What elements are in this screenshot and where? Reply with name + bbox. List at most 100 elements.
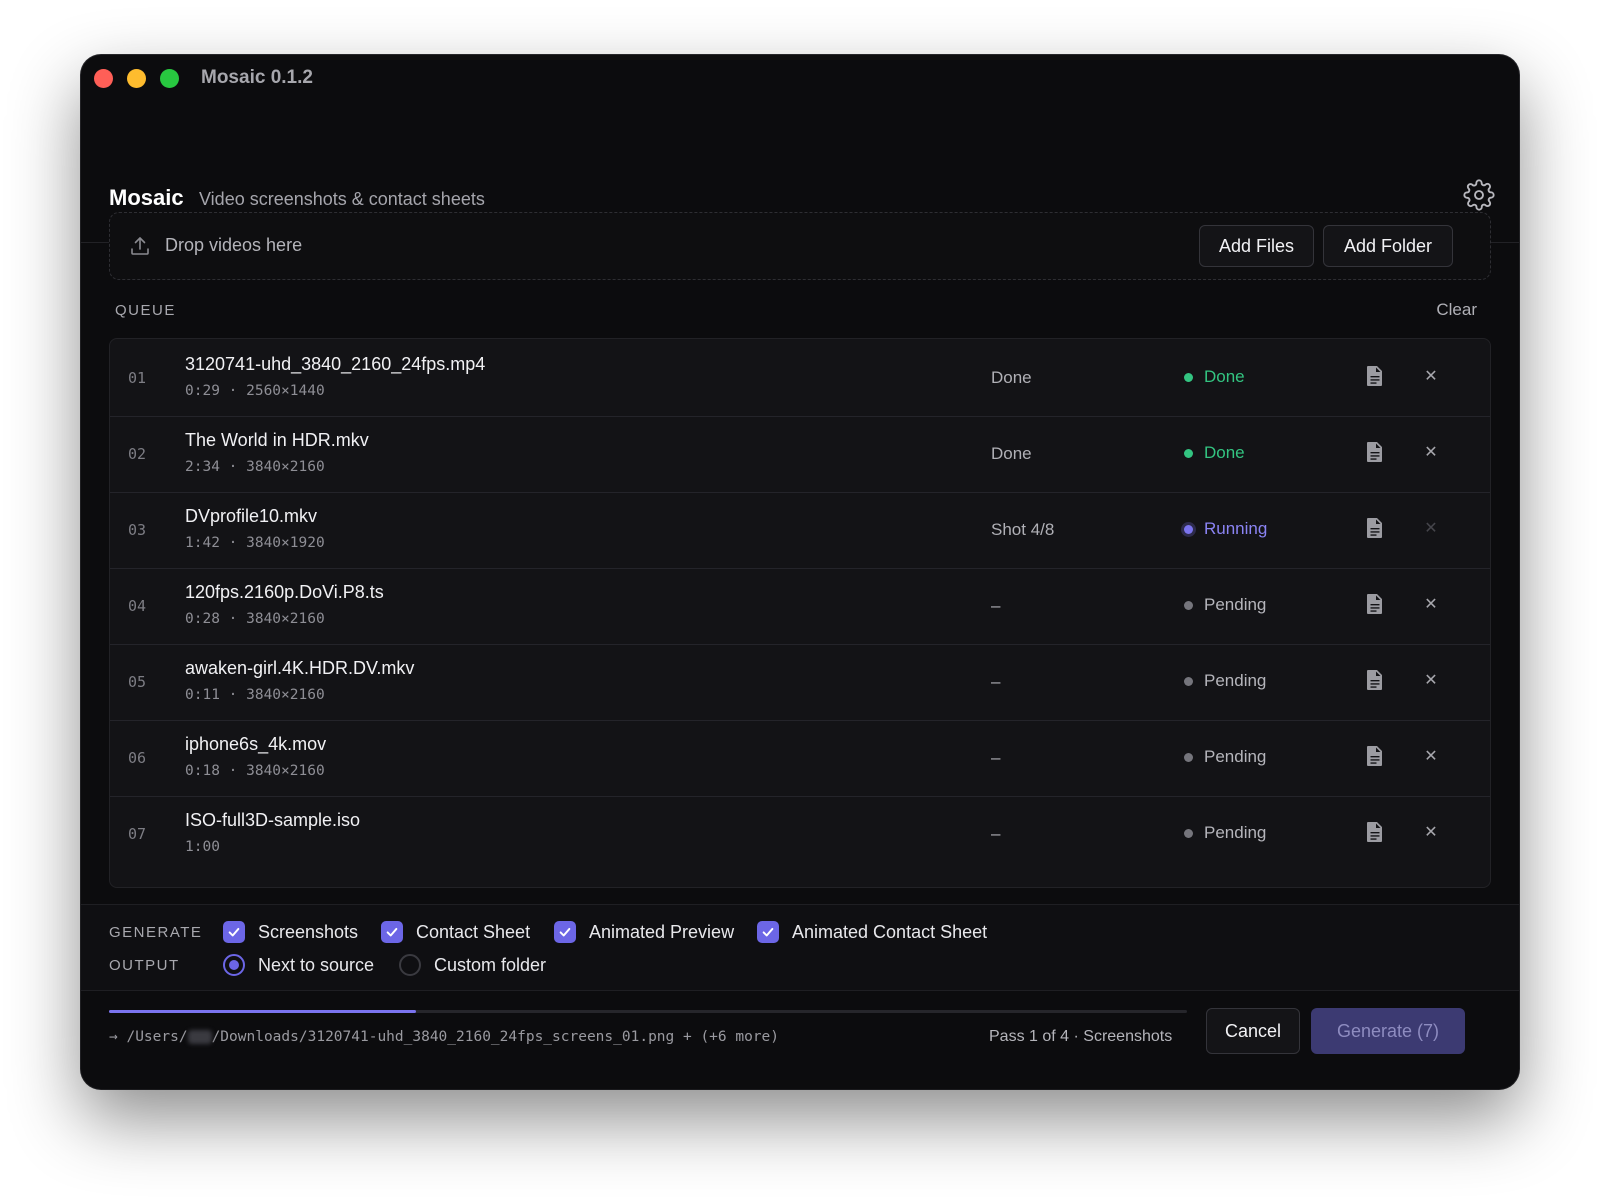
output-label: OUTPUT bbox=[109, 957, 180, 974]
overall-progress-bar bbox=[109, 1010, 1187, 1013]
status-dot bbox=[1184, 828, 1193, 838]
zoom-window-button[interactable] bbox=[160, 69, 179, 88]
document-icon[interactable] bbox=[1365, 365, 1385, 387]
row-progress: – bbox=[991, 596, 1001, 615]
app-name: Mosaic bbox=[109, 185, 184, 210]
status-label: Pending bbox=[1204, 595, 1267, 614]
file-meta: 1:42 · 3840×1920 bbox=[185, 535, 325, 551]
file-name: DVprofile10.mkv bbox=[185, 506, 318, 526]
row-index: 07 bbox=[128, 825, 147, 843]
radio-label: Custom folder bbox=[434, 954, 547, 975]
queue-row[interactable]: 04 120fps.2160p.DoVi.P8.ts 0:28 · 3840×216… bbox=[110, 567, 1490, 645]
status-label: Pending bbox=[1204, 823, 1267, 842]
generate-label: GENERATE bbox=[109, 924, 203, 941]
row-index: 02 bbox=[128, 445, 147, 463]
status-badge: Done bbox=[1184, 443, 1245, 463]
status-dot bbox=[1184, 600, 1193, 610]
add-files-button[interactable]: Add Files bbox=[1199, 225, 1314, 267]
upload-icon bbox=[128, 234, 152, 258]
generate-option[interactable]: Contact Sheet bbox=[381, 921, 530, 943]
row-progress: Shot 4/8 bbox=[991, 520, 1055, 539]
checkbox-label: Animated Preview bbox=[589, 921, 735, 942]
queue-row[interactable]: 03 DVprofile10.mkv 1:42 · 3840×1920 Shot 4/… bbox=[110, 491, 1490, 569]
queue-heading: QUEUE bbox=[115, 302, 176, 319]
row-progress: – bbox=[991, 672, 1001, 691]
status-badge: Pending bbox=[1184, 823, 1266, 843]
queue-list: 01 3120741-uhd_3840_2160_24fps.mp4 0:29 · … bbox=[109, 338, 1491, 888]
radio-label: Next to source bbox=[258, 954, 375, 975]
row-progress: Done bbox=[991, 368, 1032, 387]
document-icon[interactable] bbox=[1365, 517, 1385, 539]
checkbox-label: Screenshots bbox=[258, 921, 359, 942]
remove-icon[interactable]: ✕ bbox=[1422, 824, 1440, 842]
file-name: ISO-full3D-sample.iso bbox=[185, 810, 361, 830]
status-badge: Running bbox=[1184, 519, 1267, 539]
queue-row[interactable]: 07 ISO-full3D-sample.iso 1:00 – Pending ✕ bbox=[110, 795, 1490, 873]
row-index: 05 bbox=[128, 673, 147, 691]
generate-option[interactable]: Animated Preview bbox=[554, 921, 734, 943]
queue-row[interactable]: 02 The World in HDR.mkv 2:34 · 3840×2160 Do… bbox=[110, 415, 1490, 493]
radio-button[interactable] bbox=[223, 954, 245, 976]
checkbox-label: Contact Sheet bbox=[416, 921, 531, 942]
remove-icon[interactable]: ✕ bbox=[1422, 672, 1440, 690]
checkbox[interactable] bbox=[223, 921, 245, 943]
file-meta: 0:11 · 3840×2160 bbox=[185, 687, 325, 703]
checkbox[interactable] bbox=[757, 921, 779, 943]
checkbox[interactable] bbox=[554, 921, 576, 943]
drop-zone-text: Drop videos here bbox=[165, 235, 303, 255]
remove-icon[interactable]: ✕ bbox=[1422, 520, 1440, 538]
queue-row[interactable]: 06 iphone6s_4k.mov 0:18 · 3840×2160 – Pendin… bbox=[110, 719, 1490, 797]
document-icon[interactable] bbox=[1365, 821, 1385, 843]
options-panel: GENERATE OUTPUT Screenshots Contact Sheet… bbox=[81, 904, 1519, 991]
window-title: Mosaic 0.1.2 bbox=[201, 67, 313, 88]
generate-option[interactable]: Animated Contact Sheet bbox=[757, 921, 987, 943]
cancel-button[interactable]: Cancel bbox=[1206, 1008, 1300, 1054]
document-icon[interactable] bbox=[1365, 441, 1385, 463]
checkbox-label: Animated Contact Sheet bbox=[792, 921, 988, 942]
queue-row[interactable]: 05 awaken-girl.4K.HDR.DV.mkv 0:11 · 3840×2… bbox=[110, 643, 1490, 721]
title-bar: Mosaic 0.1.2 bbox=[81, 55, 1519, 103]
add-folder-button[interactable]: Add Folder bbox=[1323, 225, 1453, 267]
row-index: 03 bbox=[128, 521, 147, 539]
document-icon[interactable] bbox=[1365, 669, 1385, 691]
status-dot bbox=[1184, 752, 1193, 762]
row-index: 04 bbox=[128, 597, 147, 615]
remove-icon[interactable]: ✕ bbox=[1422, 444, 1440, 462]
app-subtitle: Video screenshots & contact sheets bbox=[199, 189, 485, 209]
row-progress: – bbox=[991, 748, 1001, 767]
file-meta: 2:34 · 3840×2160 bbox=[185, 459, 325, 475]
status-dot bbox=[1184, 372, 1193, 382]
generate-option[interactable]: Screenshots bbox=[223, 921, 358, 943]
remove-icon[interactable]: ✕ bbox=[1422, 748, 1440, 766]
status-badge: Pending bbox=[1184, 671, 1266, 691]
document-icon[interactable] bbox=[1365, 593, 1385, 615]
row-index: 06 bbox=[128, 749, 147, 767]
path-suffix: /Downloads/3120741-uhd_3840_2160_24fps_s… bbox=[211, 1029, 780, 1045]
drop-zone[interactable]: Drop videos here Add Files Add Folder bbox=[109, 212, 1491, 280]
minimize-window-button[interactable] bbox=[127, 69, 146, 88]
status-label: Done bbox=[1204, 443, 1245, 462]
radio-button[interactable] bbox=[399, 954, 421, 976]
document-icon[interactable] bbox=[1365, 745, 1385, 767]
file-meta: 1:00 bbox=[185, 839, 220, 855]
file-meta: 0:28 · 3840×2160 bbox=[185, 611, 325, 627]
clear-queue-button[interactable]: Clear bbox=[1436, 300, 1477, 320]
status-badge: Done bbox=[1184, 367, 1245, 387]
status-label: Running bbox=[1204, 519, 1268, 538]
remove-icon[interactable]: ✕ bbox=[1422, 368, 1440, 386]
queue-row[interactable]: 01 3120741-uhd_3840_2160_24fps.mp4 0:29 · … bbox=[110, 339, 1490, 417]
output-option[interactable]: Custom folder bbox=[399, 954, 546, 976]
status-badge: Pending bbox=[1184, 595, 1266, 615]
close-window-button[interactable] bbox=[94, 69, 113, 88]
pass-status: Pass 1 of 4 · Screenshots bbox=[989, 1028, 1173, 1045]
status-label: Done bbox=[1204, 367, 1245, 386]
path-prefix: → /Users/ bbox=[109, 1029, 188, 1045]
gear-icon[interactable] bbox=[1463, 179, 1495, 211]
output-option[interactable]: Next to source bbox=[223, 954, 374, 976]
generate-button[interactable]: Generate (7) bbox=[1311, 1008, 1465, 1054]
file-name: awaken-girl.4K.HDR.DV.mkv bbox=[185, 658, 415, 678]
remove-icon[interactable]: ✕ bbox=[1422, 596, 1440, 614]
row-progress: – bbox=[991, 824, 1001, 843]
checkbox[interactable] bbox=[381, 921, 403, 943]
overall-progress-fill bbox=[109, 1010, 417, 1013]
